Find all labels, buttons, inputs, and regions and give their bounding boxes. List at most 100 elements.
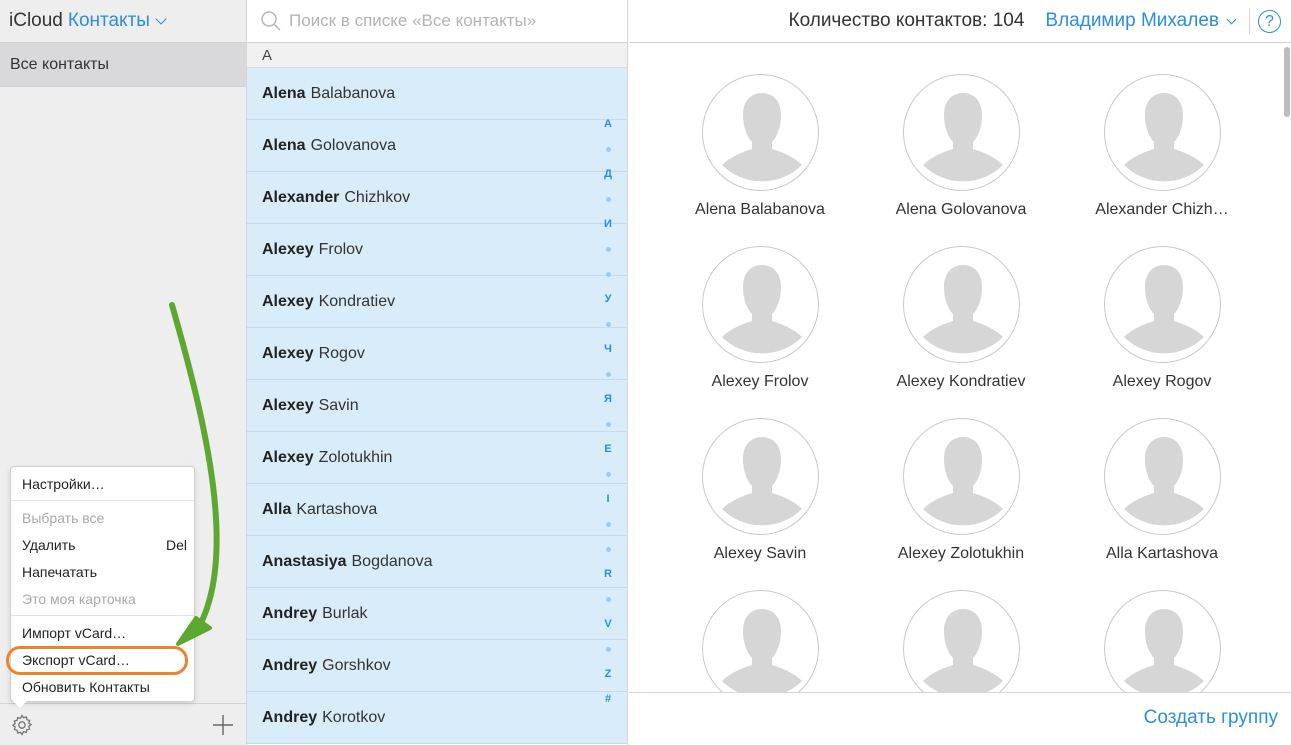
index-dot[interactable] bbox=[599, 543, 617, 568]
contact-row[interactable]: Alla Kartashova bbox=[247, 484, 627, 536]
search-bar bbox=[247, 0, 627, 43]
index-dot[interactable] bbox=[599, 418, 617, 443]
menu-item-label: Обновить Контакты bbox=[22, 679, 150, 695]
index-letter[interactable]: R bbox=[599, 568, 617, 593]
avatar bbox=[1103, 74, 1221, 191]
person-silhouette-icon bbox=[922, 93, 1003, 182]
contact-last-name: Kondratiev bbox=[318, 292, 396, 310]
contact-card[interactable]: Alexander Chizh… bbox=[1062, 74, 1262, 219]
index-letter[interactable]: Я bbox=[599, 393, 617, 418]
index-dot-mark bbox=[605, 372, 611, 377]
index-dot[interactable] bbox=[599, 368, 617, 393]
main-pane: Количество контактов: 104 Владимир Михал… bbox=[629, 0, 1291, 745]
index-letter[interactable]: # bbox=[599, 693, 617, 718]
alphabet-index[interactable]: А Д И У Ч Я E I R V Z # bbox=[599, 118, 617, 718]
add-contact-icon[interactable] bbox=[212, 714, 234, 736]
index-letter[interactable]: А bbox=[599, 118, 617, 143]
contact-last-name: Savin bbox=[318, 396, 359, 414]
contact-row[interactable]: Anastasiya Bogdanova bbox=[247, 536, 627, 588]
search-input[interactable] bbox=[289, 11, 609, 31]
index-letter[interactable]: Д bbox=[599, 168, 617, 193]
section-header: A bbox=[247, 43, 627, 68]
avatar bbox=[902, 590, 1020, 692]
contact-last-name: Korotkov bbox=[322, 708, 386, 726]
menu-item-delete[interactable]: Удалить Del bbox=[22, 535, 187, 555]
index-letter[interactable]: Ч bbox=[599, 343, 617, 368]
contact-card[interactable]: Alexey Rogov bbox=[1062, 246, 1262, 391]
index-dot[interactable] bbox=[599, 243, 617, 268]
gear-icon[interactable] bbox=[10, 713, 34, 737]
menu-pointer bbox=[12, 700, 28, 708]
menu-item-preferences[interactable]: Настройки… bbox=[22, 474, 187, 494]
index-dot[interactable] bbox=[599, 268, 617, 293]
group-all-contacts[interactable]: Все контакты bbox=[0, 43, 246, 87]
contact-card[interactable]: Alena Balabanova bbox=[660, 74, 860, 219]
app-title[interactable]: iCloud Контакты bbox=[0, 0, 246, 43]
contact-rows: Alena Balabanova Alena Golovanova Alexander C… bbox=[247, 68, 627, 744]
menu-item-my-card: Это моя карточка bbox=[22, 589, 187, 609]
contact-card[interactable]: Alena Golovanova bbox=[861, 74, 1061, 219]
menu-item-shortcut: Del bbox=[165, 537, 187, 553]
index-dot[interactable] bbox=[599, 193, 617, 218]
user-menu[interactable]: Владимир Михалев bbox=[1045, 10, 1219, 32]
contact-card[interactable]: Alexey Frolov bbox=[660, 246, 860, 391]
person-silhouette-icon bbox=[1123, 265, 1204, 354]
contact-row[interactable]: Alexey Savin bbox=[247, 380, 627, 432]
contact-row[interactable]: Andrey Korotkov bbox=[247, 692, 627, 744]
menu-item-label: Удалить bbox=[22, 537, 76, 553]
index-letter[interactable]: V bbox=[599, 618, 617, 643]
app-name-label[interactable]: Контакты bbox=[68, 10, 150, 32]
index-letter[interactable]: Z bbox=[599, 668, 617, 693]
contact-count: Количество контактов: 104 bbox=[788, 10, 1025, 31]
index-dot-mark bbox=[605, 422, 611, 427]
contact-card[interactable]: Alexey Savin bbox=[660, 418, 860, 563]
person-silhouette-icon bbox=[1123, 609, 1204, 692]
index-letter[interactable]: I bbox=[599, 493, 617, 518]
contact-row[interactable]: Alexander Chizhkov bbox=[247, 172, 627, 224]
contact-row[interactable]: Alexey Frolov bbox=[247, 224, 627, 276]
index-dot[interactable] bbox=[599, 643, 617, 668]
avatar bbox=[1103, 418, 1221, 535]
help-icon[interactable]: ? bbox=[1258, 9, 1281, 33]
contact-row[interactable]: Alena Balabanova bbox=[247, 68, 627, 120]
contact-last-name: Zolotukhin bbox=[318, 448, 393, 466]
index-dot[interactable] bbox=[599, 518, 617, 543]
index-letter[interactable]: У bbox=[599, 293, 617, 318]
contact-row[interactable]: Alexey Rogov bbox=[247, 328, 627, 380]
top-bar: Количество контактов: 104 Владимир Михал… bbox=[629, 0, 1291, 43]
contact-row[interactable]: Alexey Zolotukhin bbox=[247, 432, 627, 484]
contact-card[interactable]: Alexey Zolotukhin bbox=[861, 418, 1061, 563]
index-dot[interactable] bbox=[599, 143, 617, 168]
avatar bbox=[902, 74, 1020, 191]
contact-card-name: Alla Kartashova bbox=[1105, 545, 1219, 562]
index-dot[interactable] bbox=[599, 468, 617, 493]
menu-item-print[interactable]: Напечатать bbox=[22, 562, 187, 582]
contact-list-pane: A AlenaBalabanovaAlenaGolovanovaAlexande… bbox=[247, 0, 628, 745]
chevron-down-icon[interactable] bbox=[155, 13, 167, 25]
search-icon bbox=[261, 11, 281, 31]
contact-card[interactable]: Alexey Kondratiev bbox=[861, 246, 1061, 391]
contact-card[interactable] bbox=[1062, 590, 1262, 692]
index-dot[interactable] bbox=[599, 318, 617, 343]
contact-card[interactable]: Alla Kartashova bbox=[1062, 418, 1262, 563]
menu-item-refresh[interactable]: Обновить Контакты bbox=[22, 677, 187, 697]
scrollbar[interactable] bbox=[1284, 47, 1290, 117]
contact-card[interactable] bbox=[861, 590, 1061, 692]
menu-item-label: Напечатать bbox=[22, 564, 98, 580]
contact-row[interactable]: Andrey Burlak bbox=[247, 588, 627, 640]
contact-row[interactable]: Alena Golovanova bbox=[247, 120, 627, 172]
index-letter[interactable]: E bbox=[599, 443, 617, 468]
create-group-button[interactable]: Создать группу bbox=[1144, 707, 1278, 729]
index-dot-mark bbox=[605, 547, 611, 552]
contact-row[interactable]: Alexey Kondratiev bbox=[247, 276, 627, 328]
contact-first-name: Alena bbox=[262, 84, 306, 102]
menu-item-import-vcard[interactable]: Импорт vCard… bbox=[22, 623, 187, 643]
contact-row[interactable]: Andrey Gorshkov bbox=[247, 640, 627, 692]
index-letter[interactable]: И bbox=[599, 218, 617, 243]
menu-item-export-vcard[interactable]: Экспорт vCard… bbox=[22, 650, 187, 670]
menu-divider bbox=[11, 615, 194, 616]
chevron-down-icon[interactable] bbox=[1226, 14, 1237, 24]
contact-last-name: Chizhkov bbox=[344, 188, 411, 206]
contact-card[interactable] bbox=[660, 590, 860, 692]
index-dot[interactable] bbox=[599, 593, 617, 618]
